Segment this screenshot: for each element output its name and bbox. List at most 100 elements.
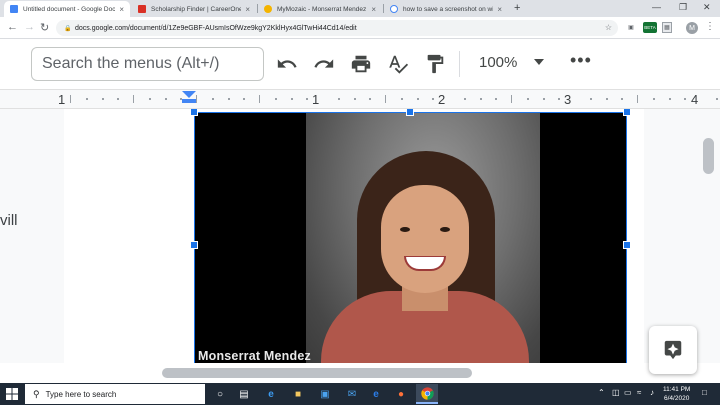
ruler-tick: [637, 95, 638, 103]
new-tab-button[interactable]: +: [514, 2, 520, 14]
toolbar-divider: [459, 51, 460, 77]
cortana-icon[interactable]: ○: [213, 387, 227, 401]
windows-start-icon[interactable]: [6, 388, 18, 400]
ruler-tick: [511, 95, 512, 103]
document-canvas: vill Monserrat Mendez: [0, 109, 720, 363]
ruler-tick: [196, 95, 197, 103]
ruler-tick: [401, 98, 403, 100]
ruler-tick: [354, 98, 356, 100]
google-icon: [390, 5, 398, 13]
chrome-icon[interactable]: [416, 384, 438, 404]
show-hidden-icons-icon[interactable]: ⌃: [598, 388, 605, 397]
close-tab-icon[interactable]: ×: [245, 5, 250, 14]
mail-icon[interactable]: ✉: [345, 387, 359, 401]
tab-google-docs[interactable]: Untitled document - Google Doc ×: [4, 1, 130, 17]
resize-handle-top-right[interactable]: [623, 109, 631, 116]
docs-toolbar: Search the menus (Alt+/) 100% •••: [0, 39, 720, 89]
ruler-tick: [653, 98, 655, 100]
resize-handle-right[interactable]: [623, 241, 631, 249]
lock-icon: 🔒: [64, 26, 72, 32]
paint-format-icon[interactable]: [422, 51, 448, 77]
taskbar-clock[interactable]: 11:41 PM 6/4/2020: [663, 385, 690, 403]
spelling-check-icon[interactable]: [385, 51, 411, 77]
ruler-tick: [621, 98, 623, 100]
tab-scholarship-finder[interactable]: Scholarship Finder | CareerOneSt ×: [132, 1, 256, 17]
browser-address-row: ← → ↻ 🔒 docs.google.com/document/d/1Ze9e…: [0, 17, 720, 39]
ruler-tick: [149, 98, 151, 100]
search-menus-input[interactable]: Search the menus (Alt+/): [31, 47, 264, 81]
forward-arrow-icon[interactable]: →: [24, 21, 35, 33]
careeronestop-icon: [138, 5, 146, 13]
ruler-tick: [716, 98, 718, 100]
ruler-tick: [480, 98, 482, 100]
minimize-window-icon[interactable]: —: [652, 2, 661, 12]
close-window-icon[interactable]: ✕: [703, 2, 711, 13]
search-icon: ⚲: [33, 388, 40, 399]
taskbar-search-input[interactable]: ⚲ Type here to search: [25, 384, 205, 404]
zoom-select[interactable]: 100%: [479, 54, 517, 71]
task-view-icon[interactable]: ▤: [237, 387, 251, 401]
ruler-tick: [212, 98, 214, 100]
microsoft-store-icon[interactable]: ▣: [318, 387, 332, 401]
ruler-tick: [338, 98, 340, 100]
internet-explorer-icon[interactable]: e: [369, 387, 383, 401]
profile-avatar[interactable]: M: [686, 22, 698, 34]
mymozaic-icon: [264, 5, 272, 13]
reload-icon[interactable]: ↻: [40, 21, 49, 34]
screenshot-extension-icon[interactable]: ▦: [662, 22, 672, 33]
clock-time: 11:41 PM: [663, 386, 691, 393]
ruler-tick: [432, 98, 434, 100]
redo-icon[interactable]: [311, 51, 337, 77]
clock-date: 6/4/2020: [664, 395, 690, 402]
ruler-tick: [70, 95, 71, 103]
browser-menu-icon[interactable]: ⋮: [705, 21, 715, 32]
wifi-icon[interactable]: ≈: [637, 388, 641, 397]
back-arrow-icon[interactable]: ←: [7, 21, 18, 33]
firefox-icon[interactable]: ●: [394, 387, 408, 401]
ruler-tick: [606, 98, 608, 100]
explore-button[interactable]: [649, 326, 697, 374]
ruler-tick: [669, 98, 671, 100]
battery-icon[interactable]: ▭: [624, 388, 632, 397]
selected-portrait-image[interactable]: Monserrat Mendez: [194, 112, 627, 363]
browser-tab-strip: Untitled document - Google Doc × Scholar…: [0, 0, 720, 17]
close-tab-icon[interactable]: ×: [119, 5, 124, 14]
volume-icon[interactable]: ♪: [650, 388, 654, 397]
resize-handle-left[interactable]: [190, 241, 198, 249]
vertical-scrollbar[interactable]: [703, 138, 714, 174]
ruler-tick: [133, 95, 134, 103]
file-explorer-icon[interactable]: ■: [291, 387, 305, 401]
tab-mymozaic[interactable]: MyMozaic - Monserrat Mendez ×: [258, 1, 382, 17]
ruler-tick: [291, 98, 293, 100]
photo-eye: [400, 227, 410, 232]
network-icon[interactable]: ◫: [612, 388, 620, 397]
ruler-tick: [684, 98, 686, 100]
zoom-dropdown-arrow-icon[interactable]: [534, 59, 544, 65]
undo-icon[interactable]: [274, 51, 300, 77]
print-icon[interactable]: [348, 51, 374, 77]
tab-google-search[interactable]: how to save a screenshot on win ×: [384, 1, 508, 17]
ruler-tick: [275, 98, 277, 100]
ruler-label: 1: [312, 92, 320, 107]
resize-handle-top-left[interactable]: [190, 109, 198, 116]
address-bar[interactable]: 🔒 docs.google.com/document/d/1Ze9eGBF-AU…: [56, 20, 618, 36]
restore-window-icon[interactable]: ❐: [679, 2, 687, 13]
google-docs-icon: [10, 5, 18, 13]
taskbar-search-placeholder: Type here to search: [45, 389, 117, 399]
left-indent-marker[interactable]: [182, 99, 196, 103]
edge-icon[interactable]: e: [264, 387, 278, 401]
horizontal-scrollbar[interactable]: [162, 368, 472, 378]
more-options-icon[interactable]: •••: [570, 50, 592, 71]
first-line-indent-marker[interactable]: [182, 91, 196, 98]
action-center-icon[interactable]: □: [702, 388, 707, 397]
partial-text[interactable]: vill: [0, 212, 18, 229]
extension-puzzle-icon[interactable]: ▣: [626, 22, 636, 33]
close-tab-icon[interactable]: ×: [497, 5, 502, 14]
bookmark-star-icon[interactable]: ☆: [605, 23, 612, 32]
beta-extension-badge[interactable]: BETA: [643, 22, 657, 33]
ruler-label: 1: [58, 92, 66, 107]
close-tab-icon[interactable]: ×: [371, 5, 376, 14]
horizontal-ruler[interactable]: 1 1 2 3 4: [0, 89, 720, 109]
windows-taskbar: ⚲ Type here to search ○ ▤ e ■ ▣ ✉ e ● ⌃ …: [0, 383, 720, 405]
resize-handle-top[interactable]: [406, 109, 414, 116]
